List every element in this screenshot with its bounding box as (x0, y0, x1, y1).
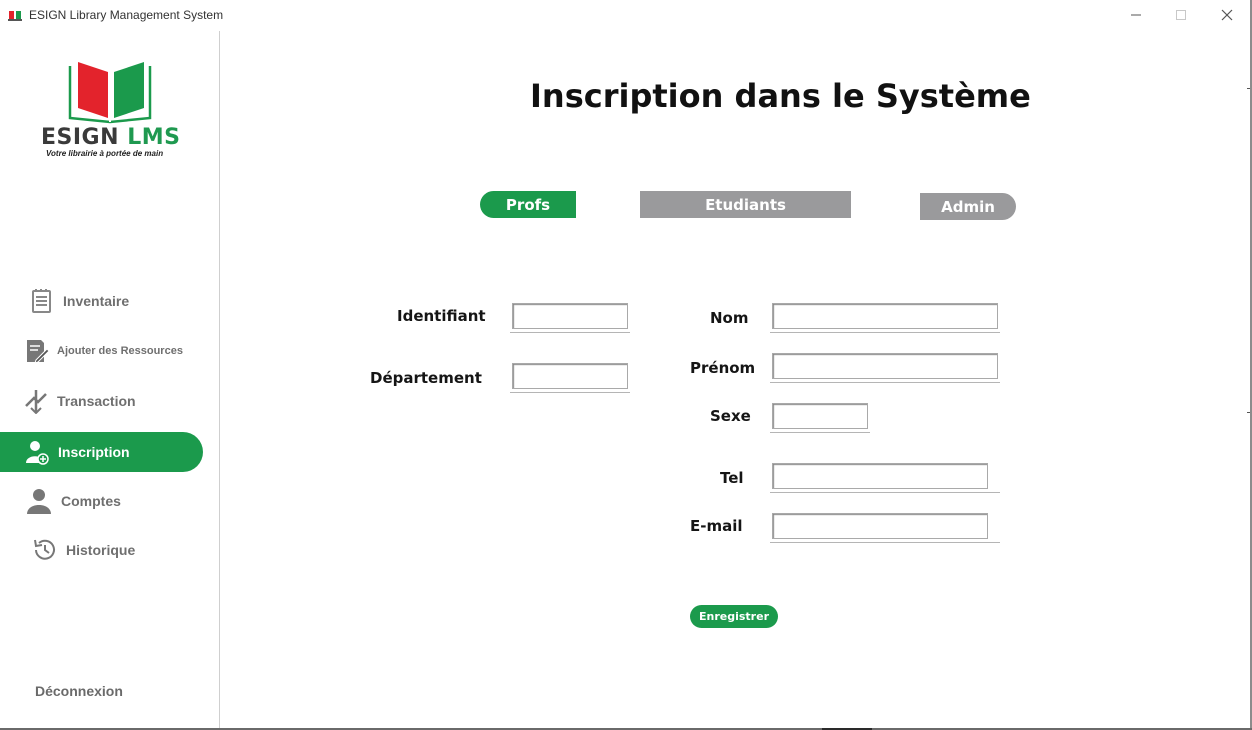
app-icon (8, 11, 22, 21)
maximize-button[interactable] (1166, 4, 1196, 26)
tab-admin[interactable]: Admin (920, 193, 1016, 220)
sidebar-item-label: Comptes (61, 493, 121, 509)
identifiant-underline (510, 332, 630, 333)
brand-tagline: Votre librairie à portée de main (46, 149, 164, 158)
sexe-underline (770, 432, 870, 433)
nom-label: Nom (710, 309, 749, 327)
tab-profs[interactable]: Profs (480, 191, 576, 218)
sidebar-item-label: Historique (66, 542, 136, 558)
transfer-arrows-icon (25, 390, 47, 414)
sidebar-item-label: Transaction (57, 393, 136, 409)
sidebar-item-ajouter-ressources[interactable]: Ajouter des Ressources (0, 331, 203, 371)
sidebar-item-label: Inventaire (63, 293, 130, 309)
add-user-icon (26, 441, 49, 465)
brand-name-esign: ESIGN (41, 125, 120, 150)
sidebar-item-historique[interactable]: Historique (0, 530, 203, 570)
maximize-icon (1176, 10, 1186, 20)
history-clock-icon (34, 539, 55, 560)
departement-label: Département (370, 369, 482, 387)
tel-label: Tel (720, 469, 744, 487)
sidebar-item-inscription[interactable]: Inscription (0, 432, 203, 472)
user-icon (27, 489, 51, 514)
sexe-field[interactable] (772, 403, 868, 429)
close-icon (1221, 9, 1233, 21)
page-title: Inscription dans le Système (530, 77, 1031, 115)
logout-link[interactable]: Déconnexion (35, 683, 123, 699)
nom-field[interactable] (772, 303, 998, 329)
prenom-field[interactable] (772, 353, 998, 379)
edit-document-icon (27, 340, 50, 364)
sidebar-item-label: Inscription (58, 444, 130, 460)
minimize-button[interactable] (1121, 4, 1151, 26)
email-field[interactable] (772, 513, 988, 539)
sidebar-item-transaction[interactable]: Transaction (0, 381, 203, 421)
sexe-label: Sexe (710, 407, 751, 425)
identifiant-field[interactable] (512, 303, 628, 329)
tel-field[interactable] (772, 463, 988, 489)
sidebar: ESIGN LMS Votre librairie à portée de ma… (0, 31, 219, 728)
sidebar-item-label: Ajouter des Ressources (57, 345, 183, 357)
departement-underline (510, 392, 630, 393)
save-button[interactable]: Enregistrer (690, 605, 778, 628)
prenom-underline (770, 382, 1000, 383)
sidebar-divider (219, 31, 220, 728)
title-bar: ESIGN Library Management System (0, 0, 1252, 31)
email-underline (770, 542, 1000, 543)
departement-field[interactable] (512, 363, 628, 389)
minimize-icon (1131, 14, 1141, 16)
brand-name-lms: LMS (127, 125, 181, 150)
brand-name: ESIGN LMS (41, 125, 180, 150)
window-title: ESIGN Library Management System (29, 8, 224, 22)
email-label: E-mail (690, 517, 743, 535)
sidebar-item-inventaire[interactable]: Inventaire (0, 281, 203, 321)
nom-underline (770, 332, 1000, 333)
close-button[interactable] (1212, 4, 1242, 26)
tab-etudiants[interactable]: Etudiants (640, 191, 851, 218)
sidebar-item-comptes[interactable]: Comptes (0, 481, 203, 521)
prenom-label: Prénom (690, 359, 756, 377)
document-list-icon (32, 289, 51, 313)
identifiant-label: Identifiant (397, 307, 486, 325)
tel-underline (770, 492, 1000, 493)
